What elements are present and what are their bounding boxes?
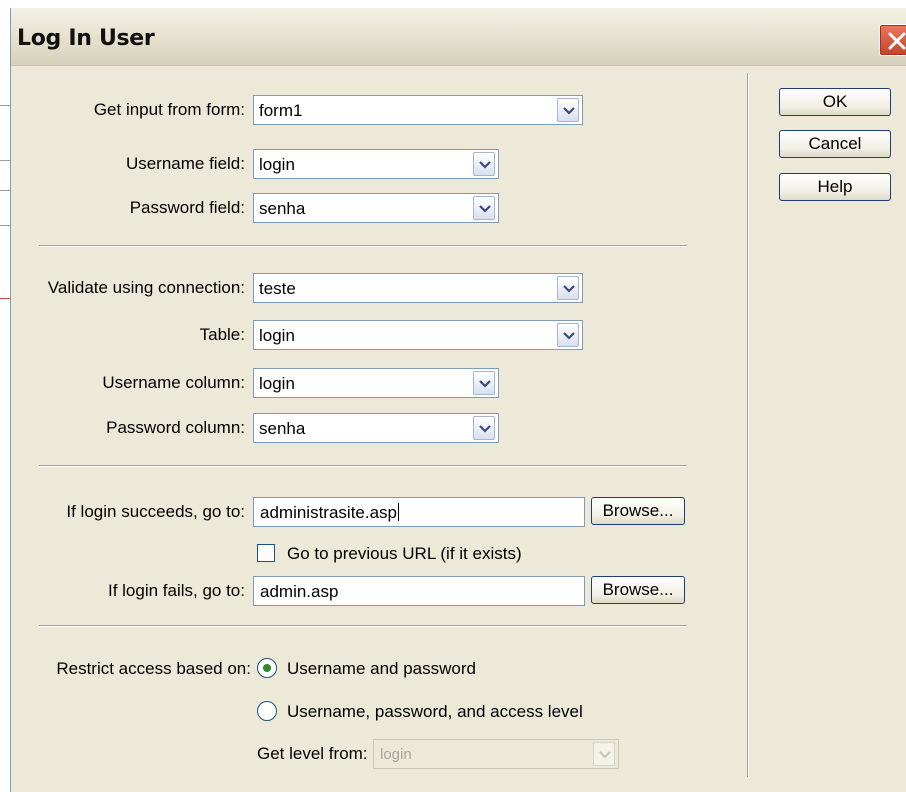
password-field-value: senha [259, 199, 306, 218]
background-line [0, 225, 10, 226]
username-field-label: Username field: [125, 154, 245, 173]
login-succeeds-text: administrasite.asp [260, 503, 398, 522]
dropdown-button[interactable] [557, 276, 579, 300]
validate-connection-select[interactable]: teste [253, 273, 583, 303]
dropdown-button[interactable] [473, 196, 495, 220]
background-line [0, 298, 10, 299]
get-input-from-form-select[interactable]: form1 [253, 95, 583, 125]
help-button[interactable]: Help [779, 173, 891, 201]
chevron-down-icon [563, 285, 575, 293]
table-label: Table: [199, 325, 245, 344]
background-line [0, 190, 10, 191]
login-succeeds-label: If login succeeds, go to: [66, 502, 245, 521]
login-fails-value: admin.asp [260, 582, 339, 601]
radio-selected-dot [263, 664, 271, 672]
connection-value: teste [259, 279, 296, 298]
ok-button[interactable]: OK [779, 88, 891, 116]
dialog-body: OK Cancel Help Get input from form: form… [11, 67, 906, 792]
table-value: login [259, 326, 295, 345]
cancel-button[interactable]: Cancel [779, 130, 891, 158]
dropdown-button[interactable] [473, 416, 495, 440]
get-level-from-label: Get level from: [257, 744, 368, 763]
chevron-down-icon [479, 380, 491, 388]
background-line [0, 160, 10, 161]
username-column-label: Username column: [102, 373, 245, 392]
separator [39, 625, 687, 627]
browse-fail-button[interactable]: Browse... [591, 576, 685, 604]
previous-url-label[interactable]: Go to previous URL (if it exists) [287, 544, 522, 564]
dropdown-button[interactable] [557, 323, 579, 347]
radio-username-password-label[interactable]: Username and password [287, 659, 476, 679]
separator [39, 245, 687, 247]
chevron-down-icon [563, 332, 575, 340]
password-field-label: Password field: [129, 198, 245, 217]
dropdown-button [593, 742, 615, 766]
dropdown-button[interactable] [473, 371, 495, 395]
dropdown-button[interactable] [473, 152, 495, 176]
password-field-select[interactable]: senha [253, 193, 499, 223]
username-column-select[interactable]: login [253, 368, 499, 398]
username-field-select[interactable]: login [253, 149, 499, 179]
get-input-label: Get input from form: [93, 100, 245, 119]
password-column-label: Password column: [106, 418, 245, 437]
background-window [0, 0, 10, 792]
chevron-down-icon [479, 161, 491, 169]
password-column-value: senha [259, 419, 306, 438]
radio-access-level-label[interactable]: Username, password, and access level [287, 702, 583, 722]
password-column-select[interactable]: senha [253, 413, 499, 443]
table-select[interactable]: login [253, 320, 583, 350]
get-input-value: form1 [259, 101, 303, 120]
get-level-from-value: login [380, 746, 412, 763]
chevron-down-icon [479, 205, 491, 213]
username-column-value: login [259, 374, 295, 393]
title-bar: Log In User [11, 8, 906, 66]
connection-label: Validate using connection: [47, 278, 245, 297]
log-in-user-dialog: Log In User OK Cancel Help Get input fro… [10, 8, 906, 792]
chevron-down-icon [563, 107, 575, 115]
get-level-from-select: login [373, 739, 619, 769]
dialog-title: Log In User [17, 26, 155, 51]
login-succeeds-url-input[interactable]: administrasite.asp [253, 497, 585, 527]
radio-username-password-access-level[interactable] [257, 701, 277, 721]
username-field-value: login [259, 155, 295, 174]
text-caret [398, 503, 400, 521]
separator [39, 465, 687, 467]
login-fails-url-input[interactable]: admin.asp [253, 576, 585, 606]
chevron-down-icon [599, 751, 611, 759]
login-fails-label: If login fails, go to: [107, 581, 245, 600]
close-button[interactable] [879, 24, 906, 56]
restrict-access-label: Restrict access based on: [56, 659, 251, 678]
vertical-separator [747, 73, 749, 777]
background-line [0, 105, 10, 106]
login-succeeds-value: administrasite.asp [260, 503, 400, 523]
previous-url-checkbox[interactable] [257, 544, 275, 562]
close-icon [888, 32, 906, 50]
chevron-down-icon [479, 425, 491, 433]
browse-success-button[interactable]: Browse... [591, 497, 685, 525]
radio-username-password[interactable] [257, 658, 277, 678]
dropdown-button[interactable] [557, 98, 579, 122]
